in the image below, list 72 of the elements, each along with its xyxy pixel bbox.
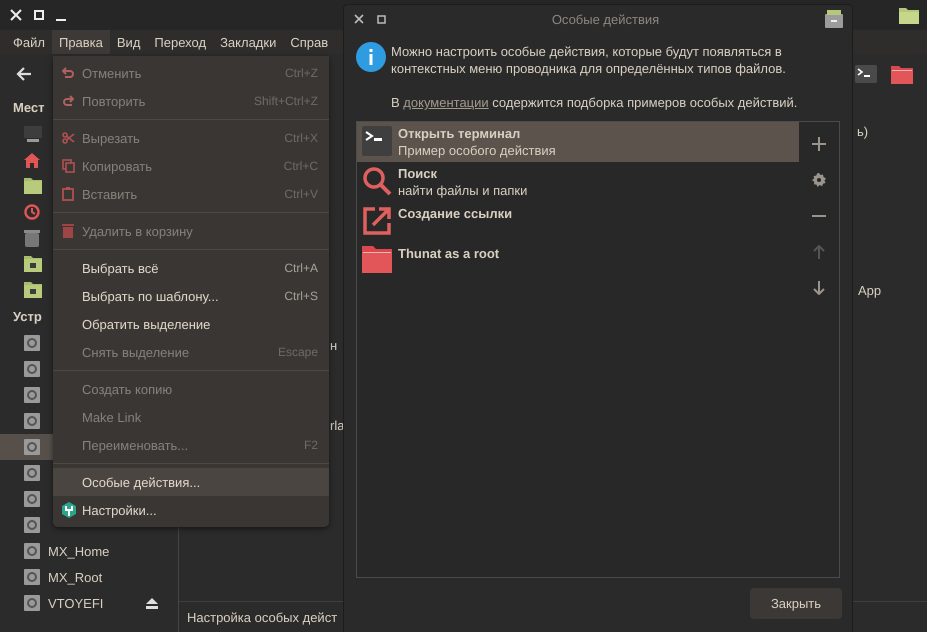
terminal-icon bbox=[362, 126, 392, 156]
terminal-icon[interactable] bbox=[855, 65, 877, 83]
folder-icon bbox=[24, 178, 42, 194]
menu-item[interactable]: Выбрать всё Ctrl+A bbox=[53, 254, 329, 282]
action-row[interactable]: Поиск найти файлы и папки bbox=[357, 162, 799, 202]
action-name: Thunat as a root bbox=[398, 246, 500, 262]
folder-icon bbox=[24, 256, 42, 272]
documentation-note: В документации содержится подборка примеров особых действий. bbox=[391, 94, 798, 111]
drive-icon bbox=[24, 543, 40, 559]
drive-icon bbox=[24, 465, 40, 481]
maximize-icon[interactable] bbox=[377, 14, 386, 24]
drive-icon bbox=[24, 335, 40, 351]
action-name: Создание ссылки bbox=[398, 206, 512, 222]
sidebar-label[interactable]: VTOYEFI bbox=[48, 596, 104, 610]
clock-icon bbox=[24, 204, 40, 220]
drive-icon bbox=[24, 413, 40, 429]
clipboard-icon bbox=[62, 187, 74, 201]
section-heading: Устр bbox=[13, 308, 42, 326]
sidebar-label[interactable]: MX_Home bbox=[48, 544, 110, 558]
documentation-link[interactable]: документации bbox=[403, 95, 489, 110]
menu-item[interactable]: Выбрать по шаблону... Ctrl+S bbox=[53, 282, 329, 310]
copy-icon bbox=[62, 159, 75, 173]
folder-icon[interactable] bbox=[891, 64, 913, 84]
menu-title[interactable]: Справ bbox=[283, 30, 336, 54]
drive-icon bbox=[24, 569, 40, 585]
close-icon[interactable] bbox=[354, 14, 364, 24]
settings-icon bbox=[62, 502, 76, 518]
window-title: Особые действия bbox=[550, 12, 660, 26]
sidebar-label[interactable]: MX_Root bbox=[48, 570, 102, 584]
folder-icon bbox=[899, 6, 919, 24]
menu-item[interactable]: Особые действия... bbox=[53, 468, 329, 496]
drive-icon bbox=[24, 361, 40, 377]
monitor-icon bbox=[24, 126, 42, 142]
action-description: найти файлы и папки bbox=[398, 182, 528, 200]
file-label[interactable]: н bbox=[330, 338, 338, 353]
back-arrow-icon[interactable] bbox=[16, 67, 32, 81]
trash-icon bbox=[62, 224, 74, 238]
drive-icon bbox=[24, 517, 40, 533]
action-description: Пример особого действия bbox=[398, 142, 556, 160]
menu-title[interactable]: Правка bbox=[52, 30, 110, 54]
drive-icon bbox=[24, 439, 40, 455]
drive-icon bbox=[24, 387, 40, 403]
folder-icon bbox=[362, 246, 392, 273]
file-label[interactable]: App bbox=[858, 283, 882, 298]
close-button[interactable]: Закрыть bbox=[750, 588, 842, 619]
menu-title[interactable]: Переход bbox=[147, 30, 214, 54]
drive-icon bbox=[24, 595, 40, 611]
file-cabinet-icon bbox=[825, 10, 843, 28]
undo-icon bbox=[62, 67, 74, 79]
menu-title[interactable]: Закладки bbox=[213, 30, 284, 54]
action-row[interactable]: Открыть терминал Пример особого действия bbox=[357, 122, 799, 162]
menu-title[interactable]: Вид bbox=[110, 30, 148, 54]
scissors-icon bbox=[62, 132, 75, 144]
search-icon bbox=[362, 166, 392, 196]
home-icon bbox=[24, 152, 40, 168]
menu-title[interactable]: Файл bbox=[6, 30, 52, 54]
trash-icon bbox=[24, 229, 40, 247]
action-row[interactable]: Thunat as a root bbox=[357, 242, 799, 282]
redo-icon bbox=[62, 95, 74, 107]
action-name: Поиск bbox=[398, 166, 438, 182]
external-link-icon bbox=[362, 206, 392, 236]
action-row[interactable]: Создание ссылки bbox=[357, 202, 799, 242]
menu-item[interactable]: Обратить выделение bbox=[53, 310, 329, 338]
file-label[interactable]: ь) bbox=[857, 124, 868, 139]
eject-icon[interactable] bbox=[146, 598, 158, 608]
folder-icon bbox=[24, 282, 42, 298]
section-heading: Мест bbox=[13, 99, 44, 117]
info-text: Можно настроить особые действия, которые будут появляться в контекстных меню проводника для определённых типов файлов. bbox=[391, 43, 787, 77]
info-icon bbox=[356, 42, 386, 72]
action-name: Открыть терминал bbox=[398, 126, 522, 142]
menu-item[interactable]: Настройки... bbox=[53, 496, 329, 524]
drive-icon bbox=[24, 491, 40, 507]
